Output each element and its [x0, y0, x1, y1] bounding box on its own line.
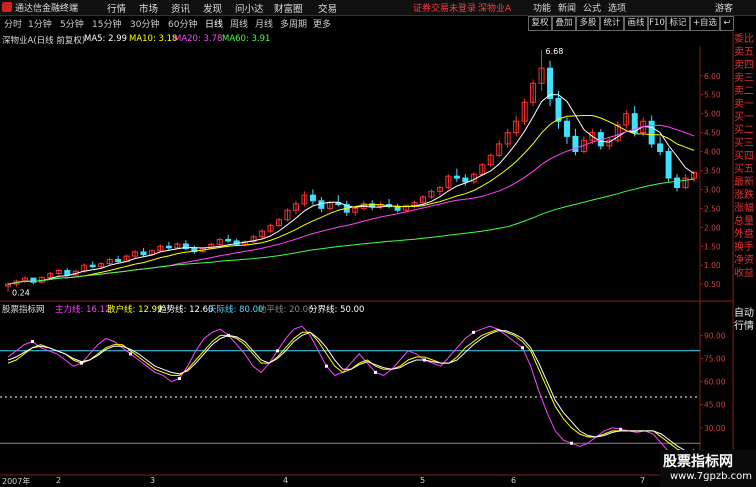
sidebar-item-7: 买二 [734, 125, 754, 136]
candle-body [547, 67, 554, 99]
ma5-line [7, 94, 695, 285]
candle-body [89, 264, 96, 268]
price-tick-label: 4.50 [704, 129, 721, 138]
watermark-title: 股票指标网 [663, 454, 733, 470]
sidebar-item-12: 涨跌 [734, 190, 754, 201]
date-tick: 3 [150, 476, 156, 485]
ind-tick-label: 60.00 [704, 378, 726, 387]
signal-marker [325, 364, 328, 368]
date-tick: 2007年 [2, 477, 31, 486]
candle-body [309, 194, 316, 202]
sidebar-item-1: 卖五 [734, 47, 754, 58]
ind-tick-label: 90.00 [704, 331, 726, 340]
sidebar-item-10: 买五 [734, 164, 754, 175]
signal-marker [423, 358, 426, 362]
sidebar-item-4: 卖二 [734, 86, 754, 97]
candle-body [674, 177, 681, 189]
ind-tick-label: 45.00 [704, 401, 726, 410]
sidebar-item-17: 净资 [734, 255, 754, 266]
date-tick: 4 [283, 476, 289, 485]
date-tick: 7 [640, 476, 646, 485]
trend-line [7, 330, 695, 455]
signal-marker [178, 377, 181, 381]
signal-marker [619, 427, 622, 431]
signal-marker [129, 352, 132, 356]
ma20-line [7, 124, 695, 285]
candle-body [165, 245, 172, 249]
sidebar-item-13: 涨幅 [734, 203, 754, 214]
ind-tick-label: 30.00 [704, 424, 726, 433]
price-tick-label: 1.50 [704, 242, 721, 251]
price-tick-label: 6.00 [704, 72, 721, 81]
sidebar-item-5: 卖一 [734, 99, 754, 110]
price-tick-label: 5.00 [704, 110, 721, 119]
price-tick-label: 2.00 [704, 223, 721, 232]
candle-body [648, 120, 655, 145]
chart-canvas[interactable]: 6.00 5.50 5.00 4.50 4.00 3.50 3.00 2.50 2.00 1.50… [0, 0, 756, 487]
signal-marker [570, 441, 573, 445]
price-tick-label: 5.50 [704, 91, 721, 100]
price-tick-label: 2.50 [704, 204, 721, 213]
sidebar-bottom-1[interactable]: 行情 [734, 320, 756, 333]
price-tick-label: 3.50 [704, 166, 721, 175]
sidebar-bottom-0[interactable]: 自动 [734, 307, 756, 320]
candle-body [657, 143, 664, 153]
price-tick-label: 4.00 [704, 148, 721, 157]
sidebar-item-2: 卖四 [734, 60, 754, 71]
signal-marker [472, 330, 475, 334]
sidebar-item-16: 换手 [734, 242, 754, 253]
candle-body [665, 151, 672, 179]
signal-marker [227, 333, 230, 337]
signal-marker [31, 340, 34, 344]
sidebar-item-0: 委比 [734, 34, 754, 45]
candle-body [563, 120, 570, 137]
ind-tick-label: 75.00 [704, 355, 726, 364]
signal-marker [80, 361, 83, 365]
candle-body [140, 251, 147, 256]
sidebar-item-18: 收益 [734, 268, 754, 279]
date-tick: 2 [56, 476, 62, 485]
ma10-line [7, 115, 695, 285]
ma60-line [7, 178, 695, 285]
price-tick-label: 0.50 [704, 280, 721, 289]
sidebar-item-6: 买一 [734, 112, 754, 123]
signal-marker [374, 370, 377, 374]
candle-body [462, 177, 469, 183]
signal-marker [521, 346, 524, 350]
watermark-url: www.7gpzb.com [670, 471, 752, 482]
sidebar-item-9: 买四 [734, 151, 754, 162]
sidebar-item-15: 外盘 [734, 229, 754, 240]
min-price-label: 0.24 [12, 289, 30, 298]
candle-body [64, 270, 71, 276]
candle-body [555, 97, 562, 122]
candle-body [453, 175, 460, 179]
date-tick: 6 [511, 476, 517, 485]
sidebar-item-3: 卖三 [734, 73, 754, 84]
date-tick: 5 [420, 476, 426, 485]
price-tick-label: 3.00 [704, 185, 721, 194]
candle-body [115, 259, 122, 262]
sidebar-item-11: 最新 [734, 177, 754, 188]
sidebar-item-14: 总量 [734, 216, 754, 227]
watermark: 股票指标网 www.7gpzb.com [660, 450, 756, 487]
signal-marker [276, 349, 279, 353]
price-tick-label: 1.00 [704, 261, 721, 270]
date-axis: 2007年 2 3 4 5 6 7 [0, 475, 756, 487]
sidebar-item-8: 买三 [734, 138, 754, 149]
max-price-label: 6.68 [546, 47, 564, 56]
candle-body [225, 238, 232, 242]
